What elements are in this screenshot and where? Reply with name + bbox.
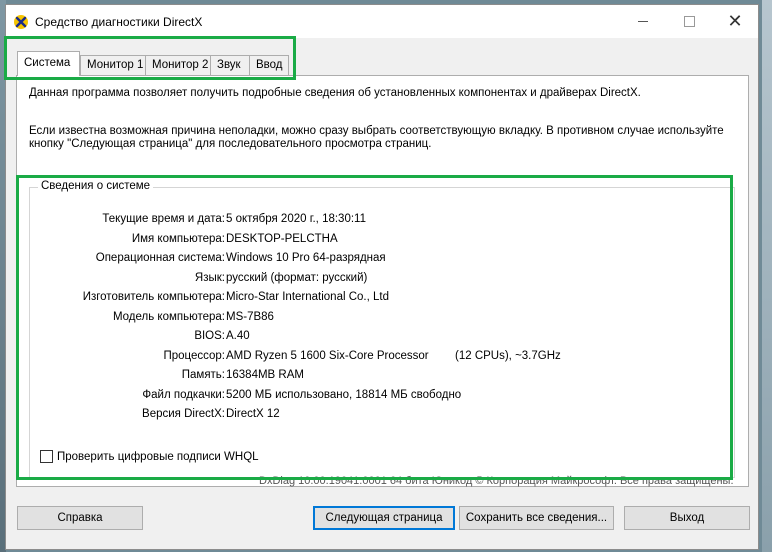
next-page-button[interactable]: Следующая страница [313, 506, 455, 530]
title-bar[interactable]: Средство диагностики DirectX ✕ [6, 5, 758, 38]
directx-icon [14, 15, 28, 29]
exit-button[interactable]: Выход [624, 506, 750, 530]
minimize-button[interactable] [620, 5, 666, 37]
close-button[interactable]: ✕ [712, 5, 758, 37]
desktop-background-right [762, 0, 772, 552]
system-info-highlight-frame [16, 175, 733, 480]
tabs-highlight-frame [4, 36, 296, 80]
save-all-button[interactable]: Сохранить все сведения... [459, 506, 614, 530]
minimize-icon [638, 20, 648, 22]
help-button[interactable]: Справка [17, 506, 143, 530]
close-icon: ✕ [727, 11, 743, 31]
maximize-button[interactable] [666, 5, 712, 37]
intro-hint-text: Если известна возможная причина неполадк… [29, 125, 724, 150]
window-title: Средство диагностики DirectX [35, 15, 203, 29]
intro-text: Данная программа позволяет получить подр… [29, 87, 641, 99]
maximize-icon [683, 15, 695, 27]
